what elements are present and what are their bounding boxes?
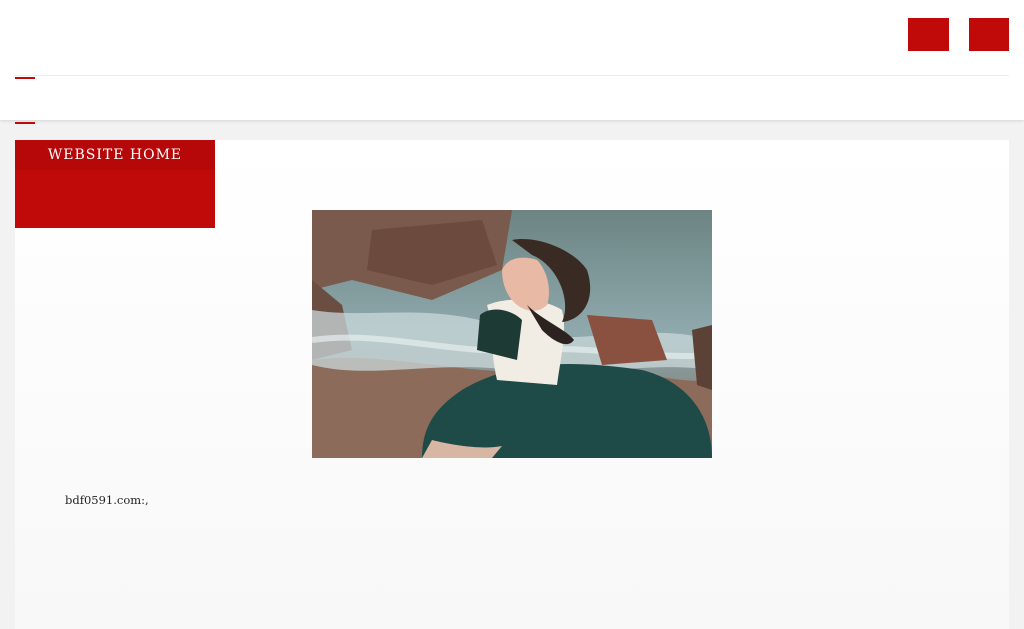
website-home-cn-label	[15, 170, 215, 228]
article-photo	[312, 210, 712, 458]
header-button-1[interactable]	[908, 18, 949, 51]
header-button-2[interactable]	[969, 18, 1009, 51]
website-home-en-label: WEBSITE HOME	[15, 140, 215, 170]
article-paragraph-1: bdf0591.com:,	[65, 493, 149, 507]
nav-divider	[15, 75, 1009, 76]
header-bar	[0, 0, 1024, 124]
website-home-badge[interactable]: WEBSITE HOME	[15, 140, 215, 228]
content-panel: WEBSITE HOME bdf0591.com:,	[15, 140, 1009, 629]
